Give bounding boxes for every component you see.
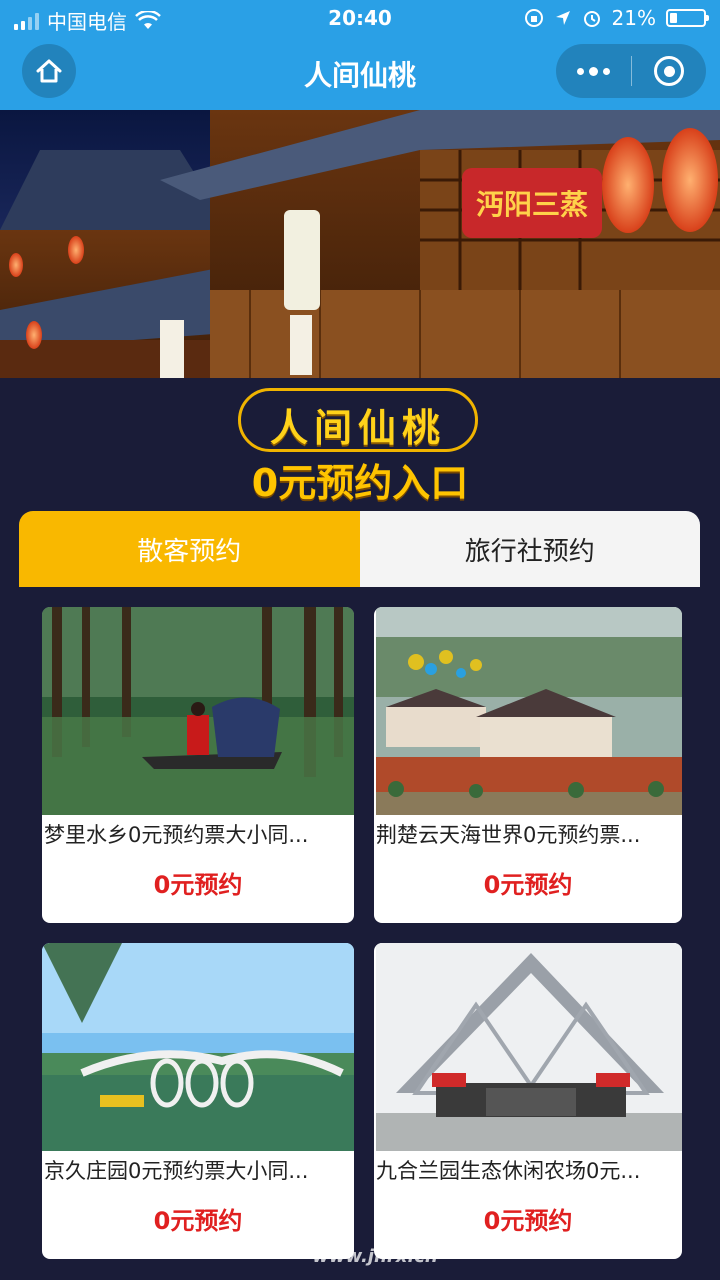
status-bar: 中国电信 20:40 21%	[0, 0, 720, 36]
bottom-strip	[0, 1266, 720, 1280]
more-dots-icon	[577, 67, 584, 75]
logo-line-2: 0元预约入口	[251, 461, 469, 505]
battery-percent: 21%	[611, 6, 656, 30]
nav-bar: 人间仙桃	[0, 36, 720, 110]
orientation-lock-icon	[524, 9, 543, 27]
more-button[interactable]	[556, 44, 631, 98]
tab-travel-agency[interactable]: 旅行社预约	[359, 511, 700, 587]
card-title: 京久庄园0元预约票大小同...	[44, 1159, 309, 1183]
svg-text:沔阳三蒸: 沔阳三蒸	[476, 188, 588, 221]
booking-tabs: 散客预约 旅行社预约	[19, 511, 700, 587]
location-icon	[555, 11, 570, 25]
logo-line-1: 人间仙桃	[269, 406, 446, 450]
reserve-button[interactable]: 0元预约	[374, 1201, 682, 1236]
mini-program-capsule	[556, 44, 706, 98]
hero-banner[interactable]: 沔阳三蒸	[0, 110, 720, 378]
title-logo: 人间仙桃 0元预约入口	[0, 384, 720, 505]
attraction-card[interactable]: 京久庄园0元预约票大小同... 0元预约	[42, 943, 354, 1259]
reserve-button[interactable]: 0元预约	[42, 865, 354, 900]
card-title: 梦里水乡0元预约票大小同...	[44, 823, 309, 847]
card-title: 九合兰园生态休闲农场0元...	[376, 1159, 641, 1183]
attraction-card[interactable]: 九合兰园生态休闲农场0元... 0元预约	[374, 943, 682, 1259]
battery-icon	[666, 9, 709, 27]
alarm-icon	[583, 11, 600, 27]
card-image-theme-park	[376, 607, 682, 815]
status-right: 21%	[524, 6, 709, 30]
card-image-garden-gate	[376, 943, 682, 1151]
close-circle-icon	[654, 56, 684, 86]
close-button[interactable]	[632, 44, 706, 98]
card-image-water-town	[42, 607, 354, 815]
reserve-button[interactable]: 0元预约	[42, 1201, 354, 1236]
reserve-button[interactable]: 0元预约	[374, 865, 682, 900]
card-title: 荆楚云天海世界0元预约票...	[376, 823, 641, 847]
banner-image: 沔阳三蒸	[0, 110, 720, 378]
attraction-card[interactable]: 荆楚云天海世界0元预约票... 0元预约	[374, 607, 682, 923]
watermark-text: www.jhrx.cn	[312, 1246, 438, 1267]
title-badge: 人间仙桃	[238, 388, 478, 452]
tab-individual[interactable]: 散客预约	[19, 511, 360, 587]
card-image-bridge	[42, 943, 354, 1151]
attraction-card[interactable]: 梦里水乡0元预约票大小同... 0元预约	[42, 607, 354, 923]
